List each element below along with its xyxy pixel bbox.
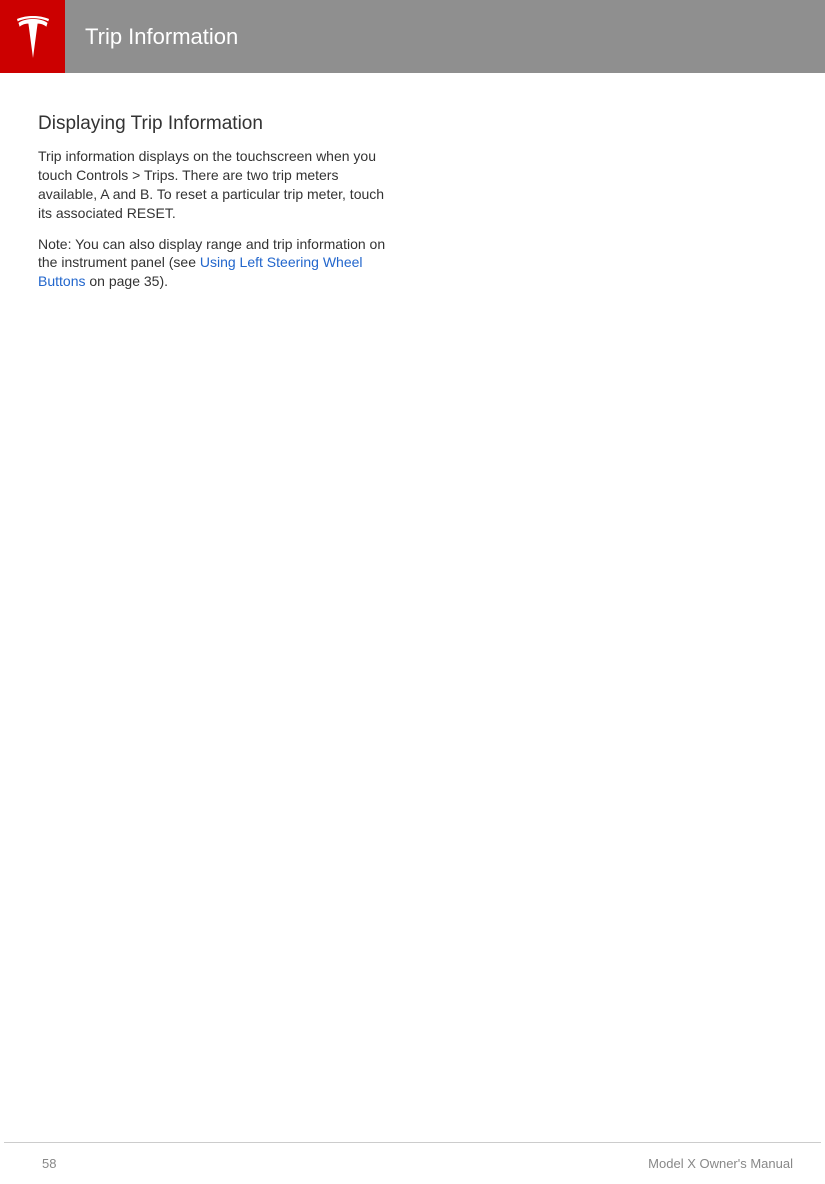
tesla-logo-icon	[13, 16, 53, 58]
note-suffix: on page 35).	[85, 273, 168, 289]
page-header: Trip Information	[0, 0, 825, 73]
page-footer: 58 Model X Owner's Manual	[4, 1142, 821, 1184]
content-area: Displaying Trip Information Trip informa…	[0, 73, 430, 291]
page-number: 58	[42, 1156, 56, 1171]
note-paragraph: Note: You can also display range and tri…	[38, 235, 392, 292]
page-title: Trip Information	[85, 24, 238, 50]
logo-container	[0, 0, 65, 73]
body-paragraph: Trip information displays on the touchsc…	[38, 147, 392, 223]
title-bar: Trip Information	[65, 0, 825, 73]
footer-manual-title: Model X Owner's Manual	[648, 1156, 793, 1171]
section-heading: Displaying Trip Information	[38, 113, 392, 135]
